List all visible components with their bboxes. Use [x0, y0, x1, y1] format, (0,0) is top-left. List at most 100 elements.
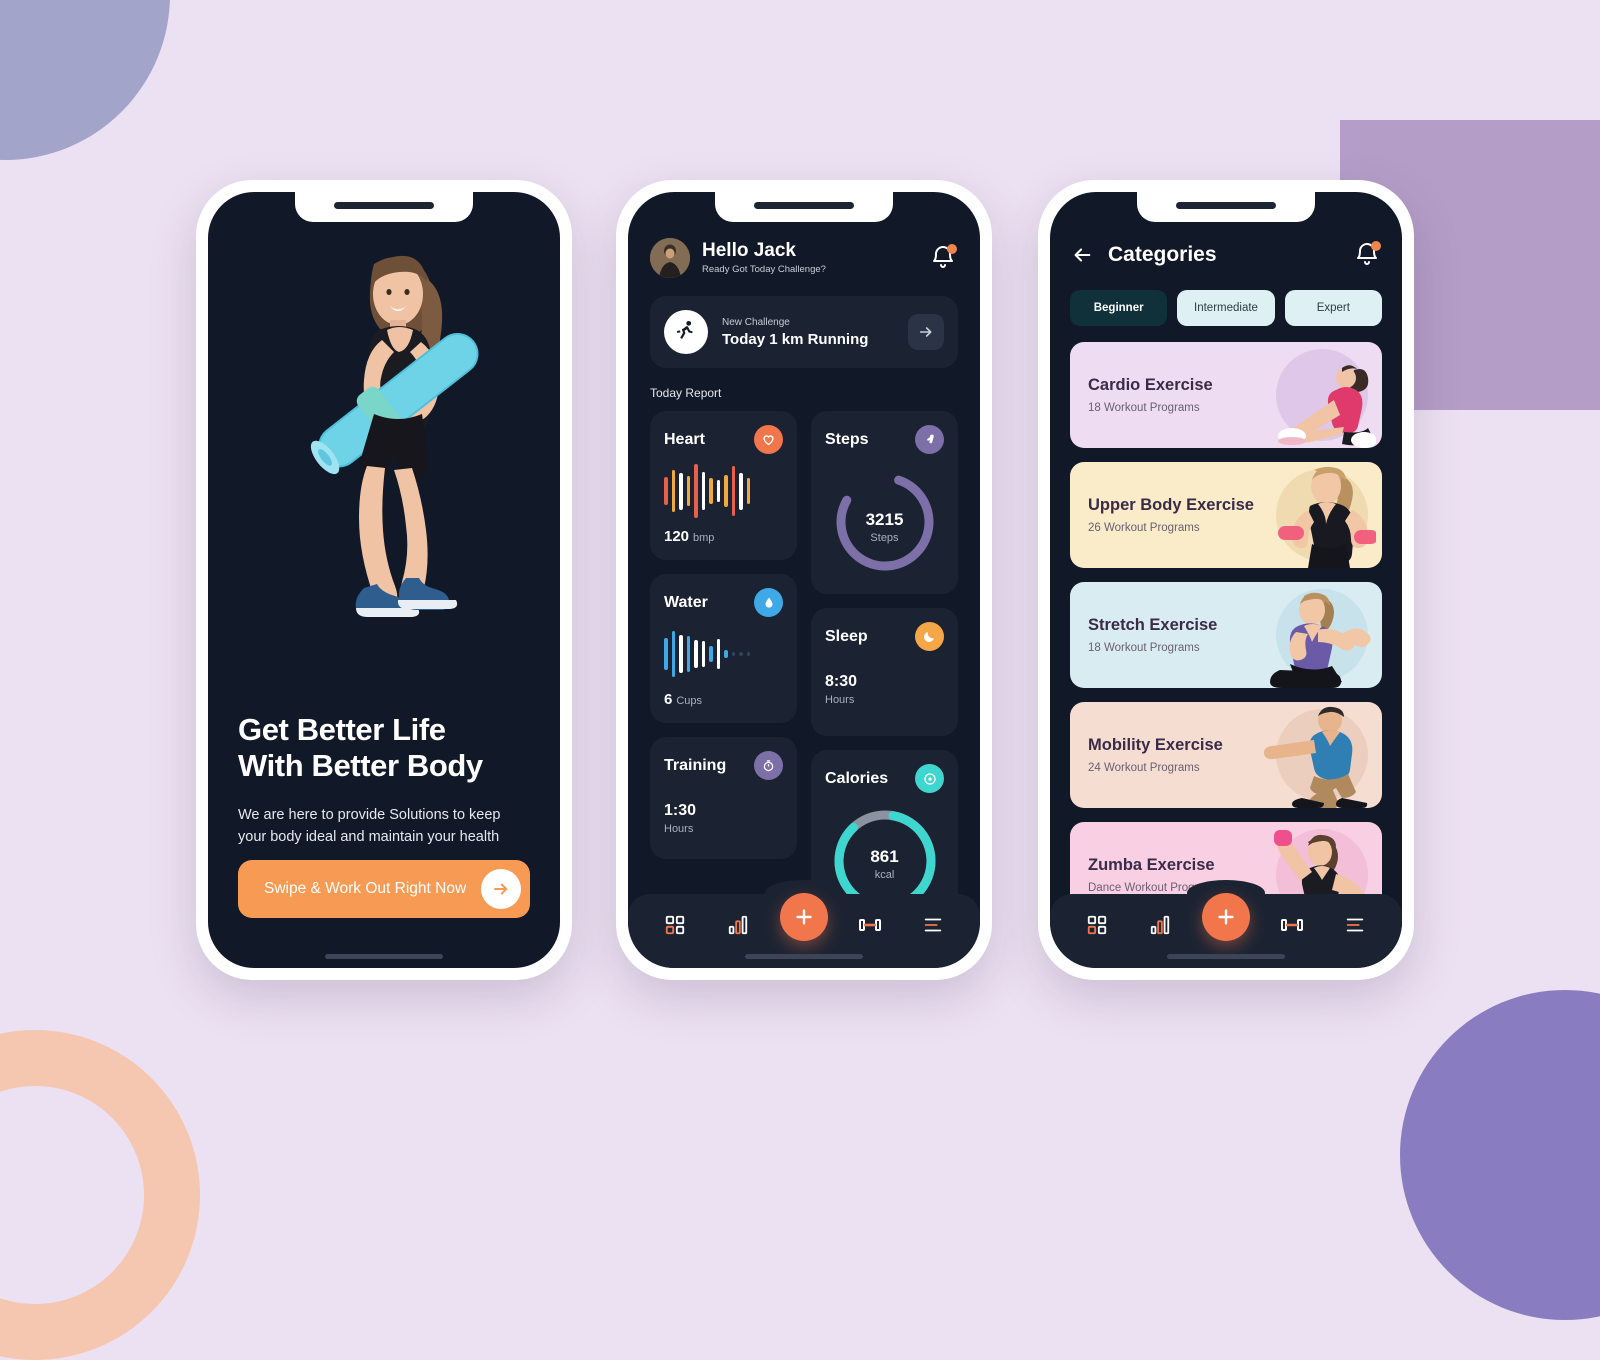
page-title: Categories [1108, 243, 1217, 266]
nav-bar-chart-icon[interactable] [1139, 904, 1181, 946]
card-steps[interactable]: Steps 3215 Steps [811, 411, 958, 594]
chart-bar [694, 639, 698, 669]
mobility-illustration [1263, 706, 1368, 808]
add-button[interactable] [779, 893, 828, 941]
category-meta: 26 Workout Programs [1088, 522, 1200, 534]
greeting-name: Hello Jack [702, 239, 796, 261]
speaker-grille [334, 202, 434, 209]
background-circle-top-left [0, 0, 170, 160]
chart-bar [679, 634, 683, 674]
nav-dumbbell-icon[interactable] [849, 904, 891, 946]
phone-categories: Categories Beginner Intermediate Expert [1038, 180, 1414, 980]
greeting-subtitle: Ready Got Today Challenge? [702, 264, 826, 276]
bell-icon[interactable] [1354, 240, 1382, 270]
shoe-icon [915, 425, 944, 454]
speaker-grille [1176, 202, 1276, 209]
hero-image-area [208, 192, 560, 712]
category-name: Mobility Exercise [1088, 736, 1223, 754]
category-card-upper-body[interactable]: Upper Body Exercise 26 Workout Programs [1070, 462, 1382, 568]
category-list: Cardio Exercise 18 Workout Programs Uppe… [1070, 342, 1382, 928]
card-water-unit: Cups [676, 695, 703, 707]
title-line-2: With Better Body [238, 747, 483, 783]
phone-notch [715, 192, 893, 222]
stretch-illustration [1270, 592, 1371, 688]
chart-bar [671, 631, 675, 677]
screen-categories: Categories Beginner Intermediate Expert [1050, 192, 1402, 968]
notification-badge [1371, 241, 1381, 251]
steps-ring-chart: 3215 Steps [825, 466, 944, 578]
nav-grid-icon[interactable] [654, 904, 696, 946]
category-name: Upper Body Exercise [1088, 496, 1254, 514]
card-water[interactable]: Water 6 Cups [650, 574, 797, 723]
card-heart[interactable]: Heart 120 bmp [650, 411, 797, 560]
droplet-icon [754, 588, 783, 617]
card-water-title: Water [664, 593, 708, 611]
category-meta: 24 Workout Programs [1088, 762, 1200, 774]
nav-grid-icon[interactable] [1076, 904, 1118, 946]
card-sleep-value-block: 8:30 Hours [825, 673, 944, 706]
chart-bar [716, 639, 720, 669]
chart-bar [701, 471, 705, 511]
tab-expert[interactable]: Expert [1284, 290, 1382, 326]
card-training[interactable]: Training 1:30 Hours [650, 737, 797, 859]
card-sleep-title: Sleep [825, 627, 868, 645]
category-card-mobility[interactable]: Mobility Exercise 24 Workout Programs [1070, 702, 1382, 808]
nav-sliders-icon[interactable] [1334, 904, 1376, 946]
category-card-stretch[interactable]: Stretch Exercise 18 Workout Programs [1070, 582, 1382, 688]
avatar[interactable] [650, 238, 690, 278]
card-water-value: 6 [664, 691, 673, 708]
tab-intermediate[interactable]: Intermediate [1177, 290, 1275, 326]
home-header: Hello Jack Ready Got Today Challenge? [650, 238, 958, 278]
background-circle-bottom-right [1400, 990, 1600, 1320]
nav-sliders-icon[interactable] [912, 904, 954, 946]
speaker-grille [754, 202, 854, 209]
report-grid: Heart 120 bmp Water 6 Cups Training 1:30… [650, 411, 958, 924]
category-meta: 18 Workout Programs [1088, 402, 1200, 414]
title-line-1: Get Better Life [238, 712, 446, 747]
category-meta: 18 Workout Programs [1088, 642, 1200, 654]
chart-bar [694, 464, 698, 518]
card-calories-unit: kcal [874, 869, 895, 881]
screen-home: Hello Jack Ready Got Today Challenge? Ne… [628, 192, 980, 968]
swipe-workout-button[interactable]: Swipe & Work Out Right Now [238, 860, 530, 918]
card-training-title: Training [664, 756, 727, 774]
chart-bar [664, 637, 668, 671]
card-sleep[interactable]: Sleep 8:30 Hours [811, 608, 958, 736]
nav-bar-chart-icon[interactable] [717, 904, 759, 946]
arrow-left-icon[interactable] [1070, 244, 1094, 266]
categories-header: Categories [1070, 240, 1382, 270]
greeting-block: Hello Jack Ready Got Today Challenge? [702, 239, 826, 276]
chart-bar [739, 472, 743, 510]
nav-dumbbell-icon[interactable] [1271, 904, 1313, 946]
phone-onboarding: Get Better Life With Better Body We are … [196, 180, 572, 980]
category-name: Zumba Exercise [1088, 856, 1215, 874]
onboarding-copy: Get Better Life With Better Body We are … [238, 712, 530, 849]
chart-bar [671, 469, 675, 513]
chart-bar [686, 476, 690, 506]
category-card-cardio[interactable]: Cardio Exercise 18 Workout Programs [1070, 342, 1382, 448]
upper-body-illustration [1278, 466, 1376, 568]
card-steps-unit: Steps [870, 532, 899, 544]
difficulty-filter-tabs: Beginner Intermediate Expert [1070, 290, 1382, 326]
add-button[interactable] [1201, 893, 1250, 941]
chart-bar [724, 649, 728, 659]
bell-icon[interactable] [930, 243, 958, 273]
athlete-illustration [310, 255, 479, 617]
category-name: Stretch Exercise [1088, 616, 1218, 634]
onboarding-subtitle: We are here to provide Solutions to keep… [238, 806, 501, 846]
chart-bar [731, 465, 735, 517]
page-title: Get Better Life With Better Body [238, 712, 530, 784]
card-heart-value: 120 [664, 528, 690, 545]
chart-bar [731, 652, 735, 656]
tab-beginner[interactable]: Beginner [1070, 290, 1168, 326]
chart-bar [701, 640, 705, 668]
water-bar-chart [664, 617, 783, 691]
background-ring-bottom-left [0, 1030, 200, 1360]
phone-notch [1137, 192, 1315, 222]
moon-icon [915, 622, 944, 651]
arrow-right-icon [481, 869, 521, 909]
card-water-value-row: 6 Cups [664, 691, 783, 709]
new-challenge-card[interactable]: New Challenge Today 1 km Running [650, 296, 958, 368]
challenge-go-button[interactable] [908, 314, 944, 350]
card-steps-value: 3215 [865, 510, 904, 529]
